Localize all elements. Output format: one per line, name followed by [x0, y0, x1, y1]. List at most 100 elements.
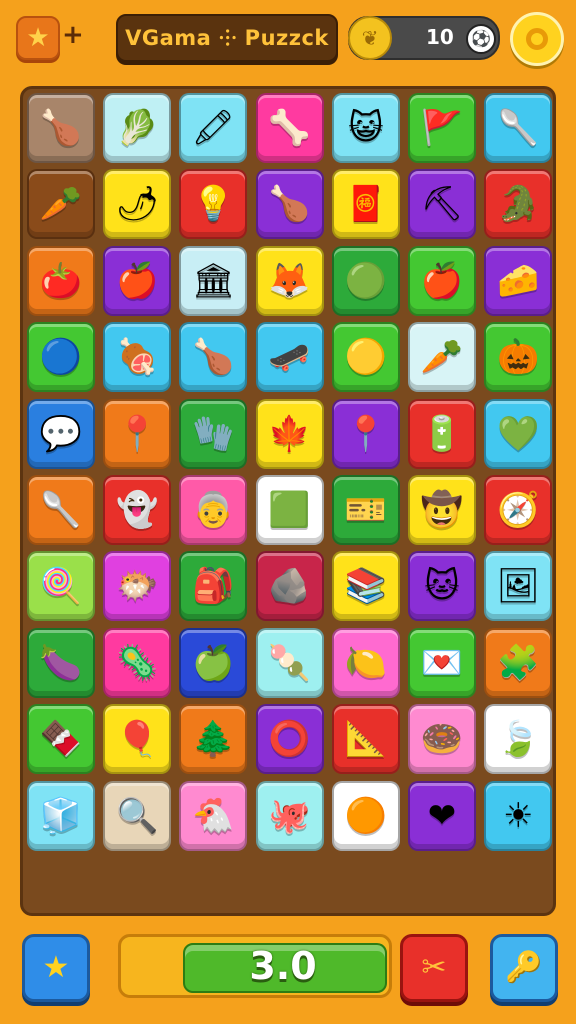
puzzle-tile[interactable]: 🥕 — [408, 322, 476, 393]
tile-icon: 💬 — [39, 413, 83, 454]
puzzle-tile[interactable]: 🍗 — [27, 93, 95, 163]
puzzle-tile[interactable]: 👻 — [103, 475, 172, 545]
puzzle-tile[interactable]: 🎃 — [484, 322, 553, 393]
tile-icon: 🟩 — [268, 490, 311, 530]
ball-icon: ⚽ — [466, 24, 496, 54]
tile-icon: 🖍 — [191, 108, 235, 148]
puzzle-tile[interactable]: 🦠 — [103, 627, 172, 698]
tile-icon: 🛹 — [268, 337, 311, 378]
puzzle-tile[interactable]: 💚 — [484, 398, 553, 469]
puzzle-tile[interactable]: 🚩 — [408, 93, 476, 163]
puzzle-tile[interactable]: 🖼 — [484, 551, 553, 622]
puzzle-tile[interactable]: 🍫 — [27, 704, 95, 775]
puzzle-tile[interactable]: 🧧 — [331, 169, 400, 240]
tile-icon: 🍭 — [39, 566, 83, 607]
tile-icon: 🦊 — [268, 260, 311, 301]
puzzle-tile[interactable]: ☀ — [484, 780, 553, 851]
tile-icon: 🚩 — [420, 108, 464, 148]
star-button[interactable]: ★ — [22, 934, 90, 1002]
tile-icon: 🦴 — [268, 108, 311, 148]
puzzle-tile[interactable]: 🐱 — [408, 551, 476, 622]
tile-icon: 🧭 — [497, 490, 540, 530]
puzzle-tile[interactable]: 🟠 — [331, 780, 400, 851]
puzzle-tile[interactable]: 🧤 — [179, 398, 248, 469]
tile-icon: 🧤 — [192, 413, 235, 454]
puzzle-tile[interactable]: 🤠 — [408, 475, 476, 545]
puzzle-tile[interactable]: 🪨 — [255, 551, 324, 622]
star-icon[interactable]: ★ — [16, 16, 60, 60]
puzzle-tile[interactable]: 🍩 — [408, 704, 476, 775]
puzzle-tile[interactable]: 🖍 — [179, 93, 248, 163]
tile-icon: 🧩 — [497, 642, 540, 683]
menu-button[interactable] — [510, 12, 564, 66]
puzzle-tile[interactable]: 🟡 — [331, 322, 400, 393]
puzzle-tile[interactable]: 💡 — [179, 169, 248, 240]
puzzle-tile[interactable]: 🐡 — [103, 551, 172, 622]
add-icon[interactable]: + — [62, 20, 84, 50]
puzzle-tile[interactable]: 🧊 — [27, 780, 95, 851]
puzzle-tile[interactable]: 🌲 — [179, 704, 248, 775]
tile-icon: 📍 — [344, 413, 387, 454]
puzzle-tile[interactable]: 🐊 — [484, 169, 553, 240]
puzzle-tile[interactable]: 📐 — [331, 704, 400, 775]
puzzle-tile[interactable]: 🍭 — [27, 551, 95, 622]
puzzle-tile[interactable]: 🥕 — [27, 169, 95, 240]
tile-icon: 🍁 — [268, 413, 311, 454]
puzzle-tile[interactable]: 💬 — [27, 398, 95, 469]
puzzle-tile[interactable]: ❤ — [408, 780, 476, 851]
tile-icon: 🍖 — [116, 337, 159, 378]
puzzle-tile[interactable]: 🍅 — [27, 245, 95, 316]
puzzle-tile[interactable]: 🎈 — [103, 704, 172, 775]
puzzle-tile[interactable]: 🍖 — [103, 322, 172, 393]
puzzle-tile[interactable]: 🎫 — [331, 475, 400, 545]
puzzle-tile[interactable]: 📍 — [331, 398, 400, 469]
puzzle-tile[interactable]: 🍃 — [484, 704, 553, 775]
puzzle-tile[interactable]: 🐙 — [255, 780, 324, 851]
key-button[interactable]: 🔑 — [490, 934, 558, 1002]
puzzle-tile[interactable]: 🔍 — [103, 780, 172, 851]
puzzle-tile[interactable]: 🌶 — [103, 169, 172, 240]
puzzle-tile[interactable]: 🍁 — [255, 398, 324, 469]
tile-icon: 🍗 — [268, 184, 311, 225]
tile-icon: 🐊 — [497, 184, 540, 225]
puzzle-tile[interactable]: 👵 — [179, 475, 248, 545]
puzzle-tile[interactable]: 🧭 — [484, 475, 553, 545]
puzzle-tile[interactable]: 🎒 — [179, 551, 248, 622]
puzzle-tile[interactable]: 🟩 — [255, 475, 324, 545]
puzzle-tile[interactable]: 🔋 — [408, 398, 476, 469]
puzzle-tile[interactable]: ⛏ — [408, 169, 476, 240]
puzzle-tile[interactable]: 🥄 — [484, 93, 553, 163]
puzzle-tile[interactable]: 🍎 — [103, 245, 172, 316]
tile-icon: 🔵 — [39, 337, 83, 378]
puzzle-tile[interactable]: 🍗 — [255, 169, 324, 240]
puzzle-tile[interactable]: 🦴 — [255, 93, 324, 163]
puzzle-tile[interactable]: 🍡 — [255, 627, 324, 698]
puzzle-tile[interactable]: ⭕ — [255, 704, 324, 775]
puzzle-tile[interactable]: 🍗 — [179, 322, 248, 393]
puzzle-tile[interactable]: 🍋 — [331, 627, 400, 698]
puzzle-tile[interactable]: 🏛 — [179, 245, 248, 316]
puzzle-tile[interactable]: 🍏 — [179, 627, 248, 698]
tile-icon: 🪨 — [268, 566, 311, 607]
puzzle-tile[interactable]: 🟢 — [331, 245, 400, 316]
puzzle-tile[interactable]: 🔵 — [27, 322, 95, 393]
puzzle-tile[interactable]: 😺 — [331, 93, 400, 163]
puzzle-tile[interactable]: 📚 — [331, 551, 400, 622]
puzzle-tile[interactable]: 🧀 — [484, 245, 553, 316]
puzzle-tile[interactable]: 🛹 — [255, 322, 324, 393]
tile-icon: 🍗 — [39, 108, 83, 148]
puzzle-tile[interactable]: 🍎 — [408, 245, 476, 316]
puzzle-tile[interactable]: 🍆 — [27, 627, 95, 698]
puzzle-tile[interactable]: 🦊 — [255, 245, 324, 316]
puzzle-tile[interactable]: 🥬 — [103, 93, 172, 163]
scissors-icon: ✂ — [421, 950, 447, 985]
tile-icon: 🐱 — [424, 566, 460, 607]
puzzle-tile[interactable]: 🧩 — [484, 627, 553, 698]
puzzle-tile[interactable]: 💌 — [408, 627, 476, 698]
puzzle-tile[interactable]: 🥄 — [27, 475, 95, 545]
puzzle-tile[interactable]: 📍 — [103, 398, 172, 469]
puzzle-tile[interactable]: 🐔 — [179, 780, 248, 851]
tile-icon: 📚 — [344, 566, 387, 607]
scissors-button[interactable]: ✂ — [400, 934, 468, 1002]
tile-icon: 🍫 — [39, 719, 83, 760]
